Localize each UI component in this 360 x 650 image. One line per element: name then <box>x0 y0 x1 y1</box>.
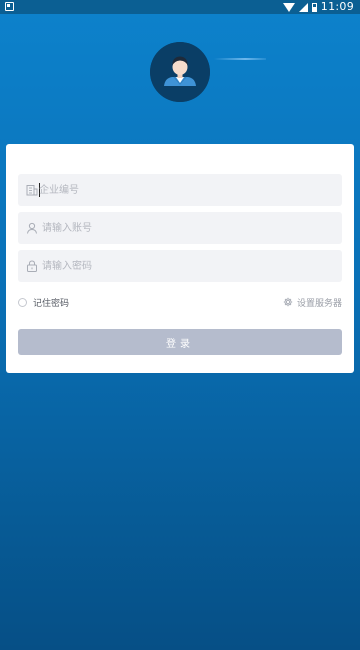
company-input[interactable] <box>39 174 329 206</box>
status-time: 11:09 <box>320 0 354 13</box>
avatar <box>150 42 210 102</box>
notification-icon <box>5 2 14 11</box>
building-icon <box>26 185 38 196</box>
account-input[interactable] <box>42 212 332 244</box>
password-field <box>18 250 342 282</box>
account-field <box>18 212 342 244</box>
login-button[interactable]: 登录 <box>18 329 342 355</box>
gear-icon <box>283 297 293 307</box>
signal-icon <box>298 2 308 12</box>
remember-label: 记住密码 <box>33 298 70 309</box>
login-card: 记住密码 设置服务器 登录 <box>6 144 354 373</box>
password-input[interactable] <box>42 250 332 282</box>
server-settings-label: 设置服务器 <box>296 298 342 309</box>
company-field <box>18 174 342 206</box>
avatar-decoration-line <box>214 58 266 60</box>
status-icons: 11:09 <box>282 0 354 14</box>
user-avatar-icon <box>150 42 210 102</box>
user-icon <box>27 222 37 234</box>
server-settings-link[interactable]: 设置服务器 <box>283 295 342 309</box>
lock-icon <box>27 260 37 272</box>
wifi-icon <box>282 2 295 12</box>
remember-checkbox[interactable] <box>18 297 27 307</box>
status-bar: 11:09 <box>0 0 360 14</box>
battery-icon <box>311 2 317 12</box>
remember-password[interactable]: 记住密码 <box>18 295 69 309</box>
